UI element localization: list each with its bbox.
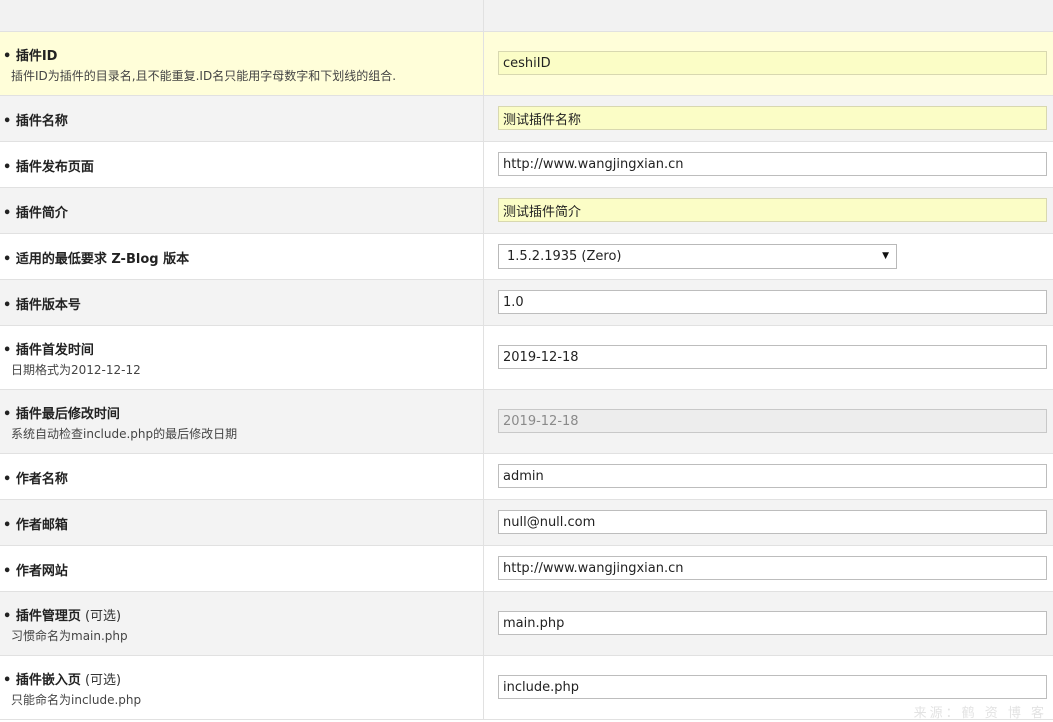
label-cell: • 插件发布页面 xyxy=(0,142,484,187)
value-cell xyxy=(484,142,1053,187)
row-plugin-intro: • 插件简介 xyxy=(0,188,1053,234)
label-cell: • 插件最后修改时间系统自动检查include.php的最后修改日期 xyxy=(0,390,484,453)
plugin-include-page-label: • 插件嵌入页 (可选) xyxy=(3,669,121,688)
label-text: • 作者邮箱 xyxy=(3,518,68,533)
plugin-intro-label: • 插件简介 xyxy=(3,202,68,221)
row-plugin-first-release-date: • 插件首发时间日期格式为2012-12-12 xyxy=(0,326,1053,390)
value-cell xyxy=(484,32,1053,95)
header-cell-right xyxy=(484,0,1053,31)
plugin-intro-input[interactable] xyxy=(498,198,1047,222)
row-plugin-last-modified-date: • 插件最后修改时间系统自动检查include.php的最后修改日期 xyxy=(0,390,1053,454)
plugin-name-label: • 插件名称 xyxy=(3,110,68,129)
row-plugin-id: • 插件ID 插件ID为插件的目录名,且不能重复.ID名只能用字母数字和下划线的组… xyxy=(0,32,1053,96)
label-text: • 插件管理页 xyxy=(3,609,81,624)
plugin-admin-page-label: • 插件管理页 (可选) xyxy=(3,605,121,624)
value-cell xyxy=(484,326,1053,389)
author-name-input[interactable] xyxy=(498,464,1047,488)
plugin-id-label: • 插件ID xyxy=(3,45,57,64)
author-email-label: • 作者邮箱 xyxy=(3,514,68,533)
plugin-include-page-description: 只能命名为include.php xyxy=(11,693,142,707)
row-author-email: • 作者邮箱 xyxy=(0,500,1053,546)
plugin-id-description: 插件ID为插件的目录名,且不能重复.ID名只能用字母数字和下划线的组合. xyxy=(11,69,397,83)
label-text: • 插件发布页面 xyxy=(3,160,94,175)
label-cell: • 插件名称 xyxy=(0,96,484,141)
plugin-last-modified-date-description: 系统自动检查include.php的最后修改日期 xyxy=(11,427,238,441)
label-text: • 插件简介 xyxy=(3,206,68,221)
plugin-last-modified-date-label: • 插件最后修改时间 xyxy=(3,403,120,422)
row-plugin-admin-page: • 插件管理页 (可选) 习惯命名为main.php xyxy=(0,592,1053,656)
plugin-first-release-date-label: • 插件首发时间 xyxy=(3,339,94,358)
value-cell xyxy=(484,454,1053,499)
plugin-first-release-date-input[interactable] xyxy=(498,345,1047,369)
label-cell: • 作者名称 xyxy=(0,454,484,499)
label-cell: • 插件管理页 (可选) 习惯命名为main.php xyxy=(0,592,484,655)
label-cell: • 插件ID 插件ID为插件的目录名,且不能重复.ID名只能用字母数字和下划线的组… xyxy=(0,32,484,95)
row-author-name: • 作者名称 xyxy=(0,454,1053,500)
select-value: 1.5.2.1935 (Zero) xyxy=(507,249,622,264)
row-author-website: • 作者网站 xyxy=(0,546,1053,592)
row-plugin-version: • 插件版本号 xyxy=(0,280,1053,326)
value-cell: 1.5.2.1935 (Zero) ▼ xyxy=(484,234,1053,279)
label-cell: • 插件简介 xyxy=(0,188,484,233)
row-plugin-release-page: • 插件发布页面 xyxy=(0,142,1053,188)
optional-tag: (可选) xyxy=(80,673,122,688)
row-plugin-name: • 插件名称 xyxy=(0,96,1053,142)
label-text: • 作者名称 xyxy=(3,472,68,487)
plugin-last-modified-date-input xyxy=(498,409,1047,433)
plugin-name-input[interactable] xyxy=(498,106,1047,130)
header-cell-left xyxy=(0,0,484,31)
label-text: • 作者网站 xyxy=(3,564,68,579)
plugin-admin-page-description: 习惯命名为main.php xyxy=(11,629,128,643)
plugin-first-release-date-description: 日期格式为2012-12-12 xyxy=(11,363,141,377)
watermark: 来源：鹤 资 博 客 xyxy=(913,706,1047,721)
author-name-label: • 作者名称 xyxy=(3,468,68,487)
optional-tag: (可选) xyxy=(80,609,122,624)
label-cell: • 插件版本号 xyxy=(0,280,484,325)
author-email-input[interactable] xyxy=(498,510,1047,534)
plugin-admin-page-input[interactable] xyxy=(498,611,1047,635)
label-text: • 插件ID xyxy=(3,49,58,64)
author-website-input[interactable] xyxy=(498,556,1047,580)
label-text: • 插件嵌入页 xyxy=(3,673,81,688)
label-cell: • 插件首发时间日期格式为2012-12-12 xyxy=(0,326,484,389)
label-text: • 插件首发时间 xyxy=(3,343,94,358)
label-cell: • 适用的最低要求 Z-Blog 版本 xyxy=(0,234,484,279)
label-cell: • 插件嵌入页 (可选) 只能命名为include.php xyxy=(0,656,484,719)
label-cell: • 作者网站 xyxy=(0,546,484,591)
label-text: • 插件最后修改时间 xyxy=(3,407,120,422)
label-text: • 插件名称 xyxy=(3,114,68,129)
label-cell: • 作者邮箱 xyxy=(0,500,484,545)
row-min-zblog-version: • 适用的最低要求 Z-Blog 版本 1.5.2.1935 (Zero) ▼ xyxy=(0,234,1053,280)
plugin-settings-table: • 插件ID 插件ID为插件的目录名,且不能重复.ID名只能用字母数字和下划线的组… xyxy=(0,0,1053,720)
triangle-down-icon: ▼ xyxy=(882,251,889,261)
value-cell xyxy=(484,500,1053,545)
plugin-id-input[interactable] xyxy=(498,51,1047,75)
label-text: • 适用的最低要求 Z-Blog 版本 xyxy=(3,252,190,267)
plugin-version-input[interactable] xyxy=(498,290,1047,314)
value-cell xyxy=(484,390,1053,453)
plugin-release-page-input[interactable] xyxy=(498,152,1047,176)
label-text: • 插件版本号 xyxy=(3,298,81,313)
table-header-row xyxy=(0,0,1053,32)
value-cell xyxy=(484,546,1053,591)
plugin-include-page-input[interactable] xyxy=(498,675,1047,699)
min-zblog-version-label: • 适用的最低要求 Z-Blog 版本 xyxy=(3,248,189,267)
value-cell xyxy=(484,592,1053,655)
row-plugin-include-page: • 插件嵌入页 (可选) 只能命名为include.php xyxy=(0,656,1053,720)
value-cell xyxy=(484,280,1053,325)
value-cell xyxy=(484,96,1053,141)
value-cell xyxy=(484,188,1053,233)
author-website-label: • 作者网站 xyxy=(3,560,68,579)
zblog-version-select[interactable]: 1.5.2.1935 (Zero) ▼ xyxy=(498,244,897,269)
plugin-version-label: • 插件版本号 xyxy=(3,294,81,313)
plugin-release-page-label: • 插件发布页面 xyxy=(3,156,94,175)
